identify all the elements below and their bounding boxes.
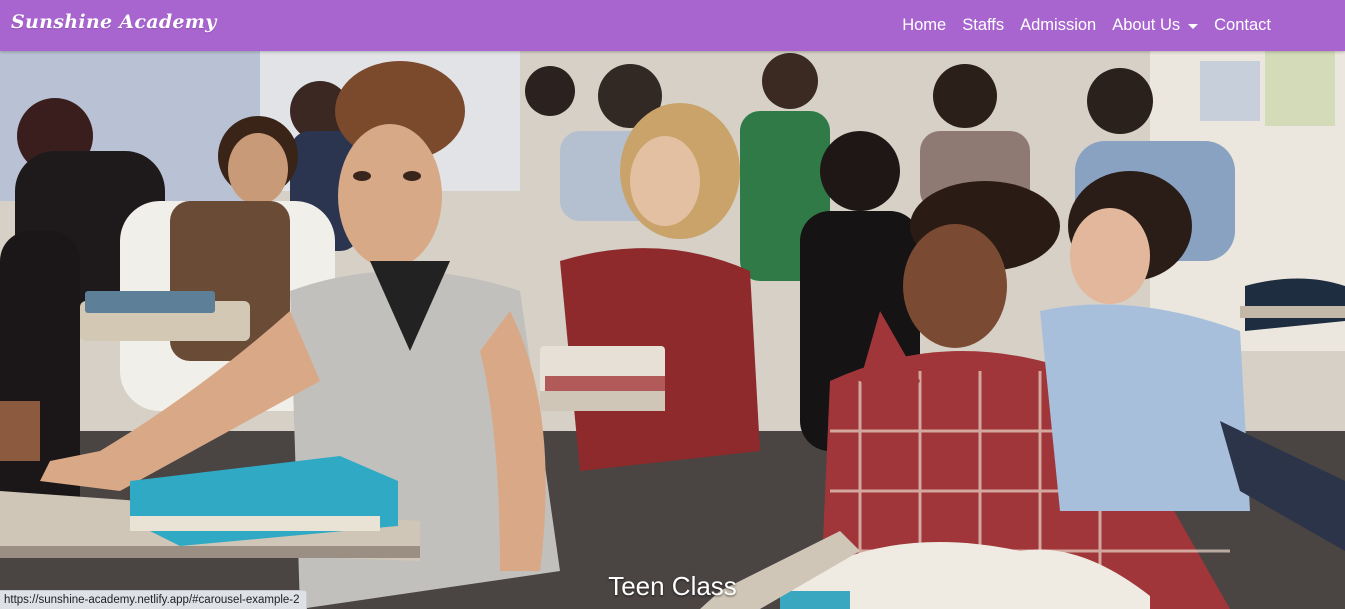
nav-admission-link[interactable]: Admission — [1020, 16, 1096, 35]
nav-staffs-link[interactable]: Staffs — [962, 16, 1004, 35]
nav-home-link[interactable]: Home — [902, 16, 946, 35]
brand-logo[interactable]: Sunshine Academy — [11, 11, 217, 33]
nav-contact-link[interactable]: Contact — [1214, 16, 1271, 35]
status-bar-url: https://sunshine-academy.netlify.app/#ca… — [0, 590, 307, 609]
nav-about-dropdown[interactable]: About Us — [1112, 16, 1199, 35]
carousel-slide-image — [0, 51, 1345, 609]
carousel[interactable]: Teen Class — [0, 51, 1345, 609]
nav-menu: Home Staffs Admission About Us Contact — [902, 0, 1271, 51]
caret-down-icon — [1188, 24, 1199, 29]
navbar: Sunshine Academy Home Staffs Admission A… — [0, 0, 1345, 51]
nav-about-label: About Us — [1112, 16, 1181, 34]
